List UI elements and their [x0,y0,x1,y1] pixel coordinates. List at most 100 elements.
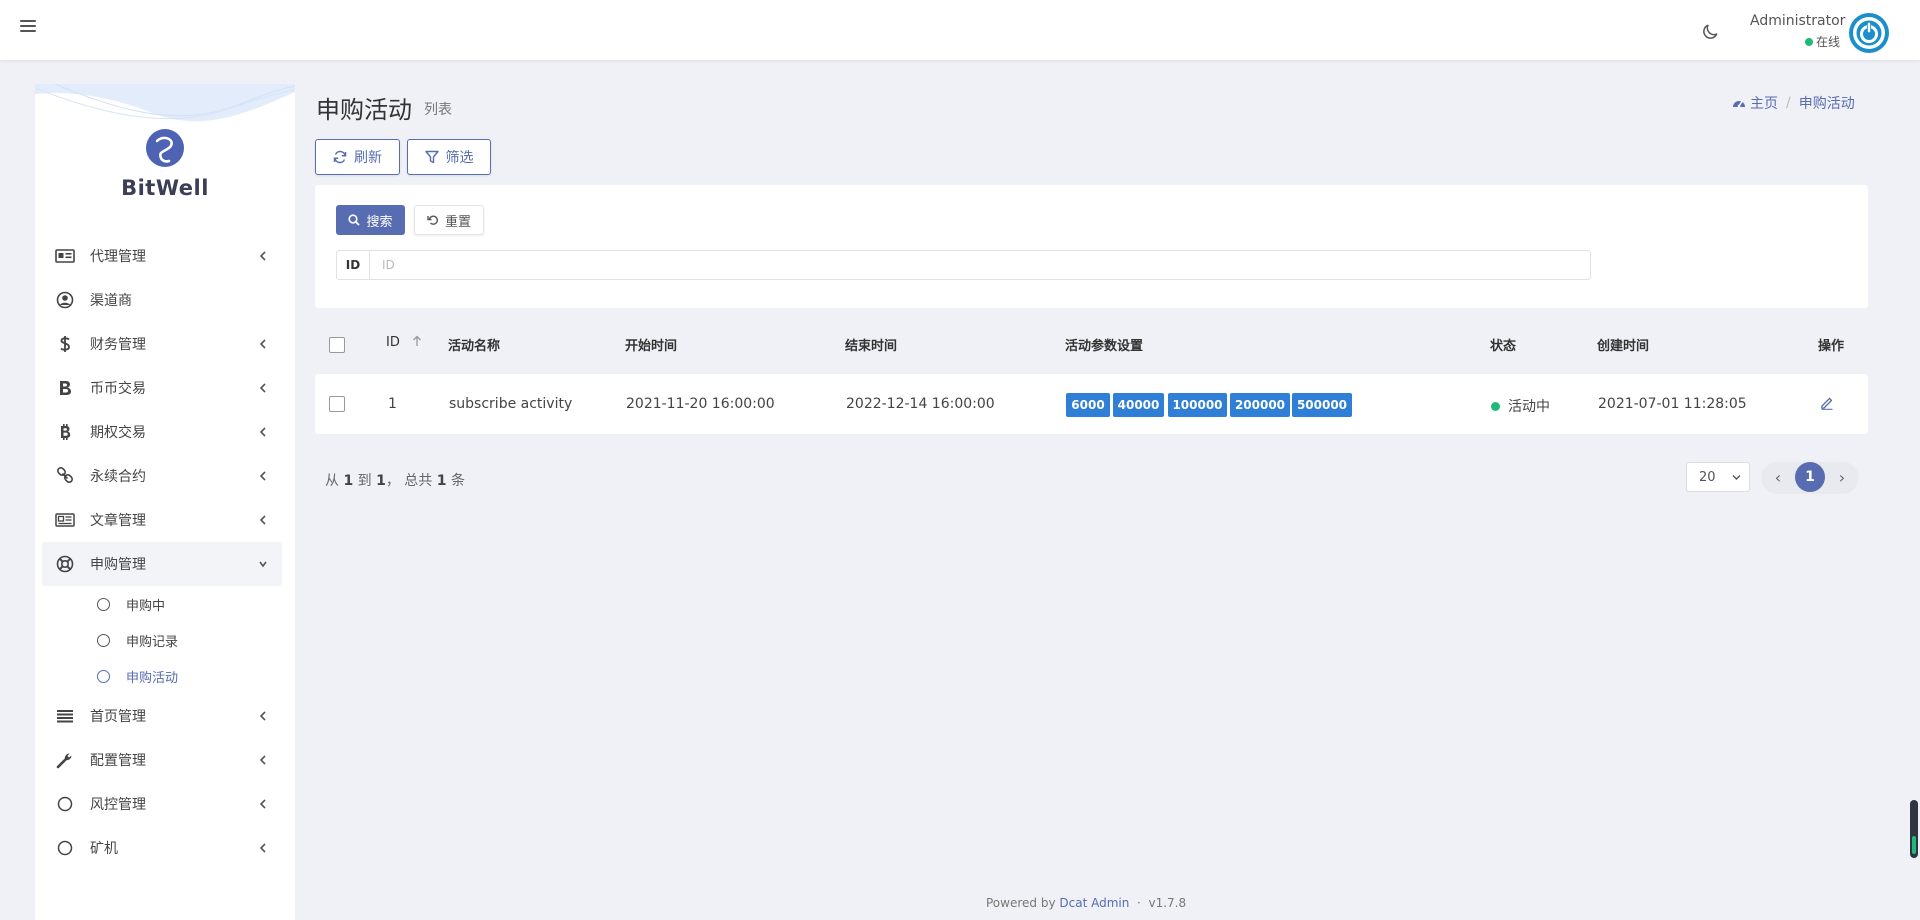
user-circle-icon [54,291,76,309]
sidebar-item-label: 首页管理 [90,709,146,725]
sidebar-item-homepage[interactable]: 首页管理 [42,694,282,738]
pagination: ‹ 1 › [1762,462,1858,492]
sidebar-wave-decoration [35,84,295,122]
column-header-id-label: ID [386,335,400,350]
chevron-left-icon [259,427,266,437]
circle-icon [97,669,110,683]
online-dot [1804,38,1813,46]
dashboard-icon [1733,101,1745,108]
id-card-icon [54,247,76,265]
sidebar-subitem-activities[interactable]: 申购活动 [42,658,282,694]
sidebar-item-spot[interactable]: 币币交易 [42,366,282,410]
brand-name: BitWell [121,176,209,200]
sidebar-subitem-records[interactable]: 申购记录 [42,622,282,658]
param-badge: 200000 [1230,393,1290,417]
user-status-text: 在线 [1815,35,1840,49]
next-page-button[interactable]: › [1836,468,1848,487]
search-label: 搜索 [366,214,393,230]
footer-link[interactable]: Dcat Admin [1059,896,1129,910]
reset-label: 重置 [444,214,471,230]
search-button[interactable]: 搜索 [336,205,405,235]
search-icon [348,214,361,226]
pagination-text: 从 [325,473,339,489]
chevron-left-icon [259,755,266,765]
user-status: 在线 [1750,33,1840,50]
cell-id: 1 [388,396,397,412]
page-title: 申购活动 [316,96,412,124]
sidebar-item-risk[interactable]: 风控管理 [42,782,282,826]
sidebar-subitem-label: 申购活动 [126,670,179,686]
edit-icon[interactable] [1820,396,1834,410]
menu-toggle-icon[interactable] [20,18,36,34]
refresh-icon [333,150,347,164]
param-badge: 40000 [1113,393,1164,417]
moon-icon[interactable] [1700,22,1720,42]
circle-icon [97,633,110,647]
param-badge: 6000 [1066,393,1110,417]
param-badge: 500000 [1292,393,1352,417]
sidebar-item-label: 文章管理 [90,513,146,529]
sidebar-item-options[interactable]: 期权交易 [42,410,282,454]
breadcrumb-current: 申购活动 [1798,96,1855,112]
chevron-left-icon [259,471,266,481]
sidebar-subitem-subscribing[interactable]: 申购中 [42,586,282,622]
pagination-to: 1 [376,473,386,489]
page-subtitle: 列表 [424,102,452,118]
sidebar-subitem-label: 申购记录 [126,634,179,650]
sidebar-item-channel[interactable]: 渠道商 [42,278,282,322]
sidebar-item-agent[interactable]: 代理管理 [42,234,282,278]
column-header-id[interactable]: ID [386,335,422,350]
sidebar-subitem-label: 申购中 [126,598,166,614]
undo-icon [427,215,438,225]
bitwell-logo-icon [146,129,184,167]
sidebar-item-perpetual[interactable]: 永续合约 [42,454,282,498]
select-all-checkbox[interactable] [329,337,345,353]
dollar-icon [54,335,76,353]
wrench-icon [54,751,76,769]
prev-page-button[interactable]: ‹ [1772,468,1784,487]
link-icon [54,467,76,485]
column-header-created: 创建时间 [1597,339,1650,354]
cell-start-time: 2021-11-20 16:00:00 [626,396,775,412]
id-filter-label: ID [337,251,370,279]
footer: Powered by Dcat Admin · v1.7.8 [986,896,1186,910]
refresh-button[interactable]: 刷新 [315,139,400,175]
column-header-name: 活动名称 [448,339,501,354]
chevron-left-icon [259,251,266,261]
pagination-text: ， 总共 [385,473,433,489]
sidebar-item-subscription[interactable]: 申购管理 [42,542,282,586]
param-badge: 100000 [1168,393,1227,417]
page-number-current[interactable]: 1 [1795,462,1825,492]
list-icon [54,707,76,725]
pagination-text: 到 [357,473,372,489]
id-filter-group: ID [336,250,1591,280]
filter-button[interactable]: 筛选 [407,139,491,175]
circle-icon [97,597,110,611]
sidebar-item-config[interactable]: 配置管理 [42,738,282,782]
pagination-text: 条 [450,473,465,489]
per-page-value: 20 [1699,469,1716,485]
lifebuoy-icon [54,555,76,573]
breadcrumb-home-link[interactable]: 主页 [1750,93,1778,113]
sidebar-item-articles[interactable]: 文章管理 [42,498,282,542]
refresh-label: 刷新 [354,150,382,166]
cell-created-time: 2021-07-01 11:28:05 [1598,396,1747,412]
cell-end-time: 2022-12-14 16:00:00 [846,396,995,412]
reset-button[interactable]: 重置 [414,205,484,235]
sidebar-item-miner[interactable]: 矿机 [42,826,282,870]
id-filter-input[interactable] [370,251,1590,279]
chevron-left-icon [259,799,266,809]
per-page-select[interactable]: 20 [1686,462,1750,492]
newspaper-icon [54,511,76,529]
sidebar-item-label: 代理管理 [90,249,146,265]
sidebar-item-finance[interactable]: 财务管理 [42,322,282,366]
row-checkbox[interactable] [329,396,345,412]
sidebar-item-label: 风控管理 [90,797,146,813]
user-name[interactable]: Administrator [1750,13,1845,29]
sort-arrow-up-icon[interactable] [412,335,422,347]
bold-b-icon [54,379,76,397]
scrollbar-thumb[interactable] [1910,800,1918,858]
bitcoin-icon [54,423,76,441]
sidebar-item-label: 矿机 [90,841,118,857]
avatar[interactable] [1848,12,1890,54]
